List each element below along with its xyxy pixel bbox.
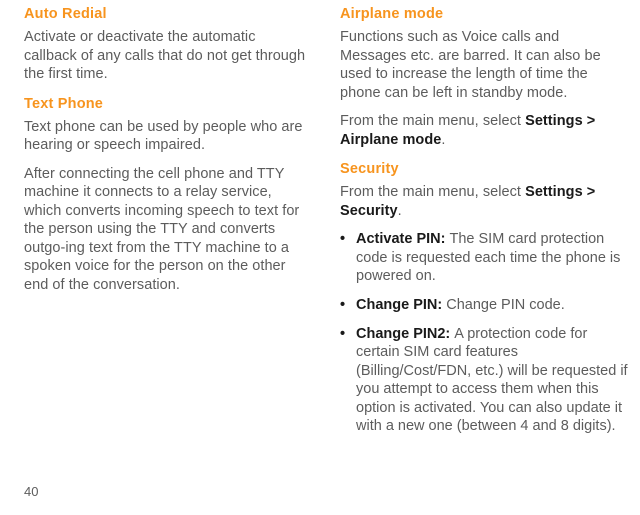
page-number: 40 [24, 484, 38, 499]
body-text: Activate or deactivate the automatic cal… [24, 28, 312, 84]
body-text: Functions such as Voice calls and Messag… [340, 28, 628, 102]
right-column: Airplane mode Functions such as Voice ca… [340, 6, 628, 446]
body-text: From the main menu, select Settings > Se… [340, 183, 628, 220]
list-item: Activate PIN: The SIM card protection co… [340, 230, 628, 286]
body-text: After connecting the cell phone and TTY … [24, 165, 312, 295]
list-item: Change PIN: Change PIN code. [340, 296, 628, 315]
heading-text-phone: Text Phone [24, 96, 312, 112]
list-item-label: Change PIN: [356, 297, 446, 313]
heading-auto-redial: Auto Redial [24, 6, 312, 22]
bullet-list: Activate PIN: The SIM card protection co… [340, 230, 628, 435]
heading-airplane-mode: Airplane mode [340, 6, 628, 22]
body-text: Text phone can be used by people who are… [24, 118, 312, 155]
body-text: From the main menu, select Settings > Ai… [340, 112, 628, 149]
list-item-label: Activate PIN: [356, 231, 449, 247]
left-column: Auto Redial Activate or deactivate the a… [24, 6, 312, 446]
heading-security: Security [340, 161, 628, 177]
list-item-label: Change PIN2: [356, 326, 454, 342]
manual-page: Auto Redial Activate or deactivate the a… [0, 0, 640, 446]
list-item: Change PIN2: A protection code for certa… [340, 325, 628, 436]
